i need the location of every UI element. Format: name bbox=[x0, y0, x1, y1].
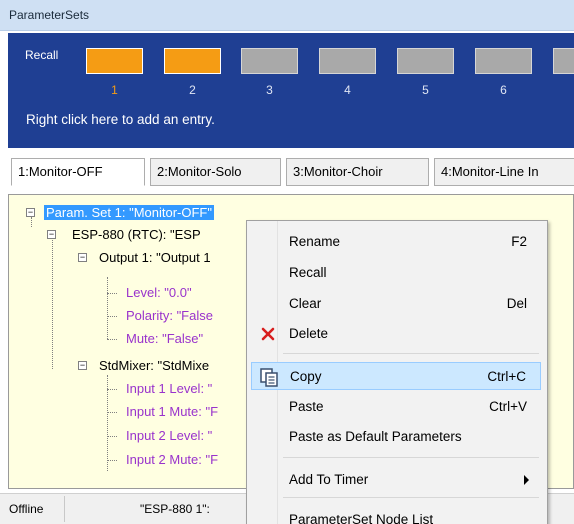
menu-item-add-to-timer[interactable]: Add To Timer bbox=[251, 466, 541, 494]
menu-item-label: Recall bbox=[289, 265, 327, 280]
menu-item-label: Copy bbox=[290, 369, 322, 384]
tree-line bbox=[107, 412, 117, 413]
tab-monitor-line-in[interactable]: 4:Monitor-Line In bbox=[434, 158, 574, 186]
submenu-arrow-icon bbox=[524, 475, 529, 485]
menu-item-shortcut: Del bbox=[506, 296, 527, 311]
recall-slot-number: 4 bbox=[344, 83, 351, 97]
tree-line bbox=[107, 389, 117, 390]
recall-slot-number: 2 bbox=[189, 83, 196, 97]
tree-line bbox=[107, 277, 108, 339]
menu-separator bbox=[283, 497, 539, 498]
recall-slot-2[interactable] bbox=[164, 48, 221, 74]
menu-item-label: ParameterSet Node List bbox=[289, 512, 434, 524]
tree-line bbox=[107, 316, 117, 317]
tree-line bbox=[52, 235, 53, 369]
recall-slot-5[interactable] bbox=[397, 48, 454, 74]
collapse-toggle-icon[interactable]: − bbox=[26, 208, 35, 217]
menu-item-copy[interactable]: Copy Ctrl+C bbox=[251, 362, 541, 390]
tree-leaf-node[interactable]: Input 1 Mute: "F bbox=[126, 404, 218, 419]
recall-label: Recall bbox=[25, 48, 59, 62]
tree-device-node[interactable]: ESP-880 (RTC): "ESP bbox=[72, 227, 201, 242]
recall-slot-6[interactable] bbox=[475, 48, 532, 74]
recall-slot-7[interactable] bbox=[553, 48, 574, 74]
tab-monitor-off[interactable]: 1:Monitor-OFF bbox=[11, 158, 145, 186]
recall-slot-1[interactable] bbox=[86, 48, 143, 74]
tree-mixer-node[interactable]: StdMixer: "StdMixe bbox=[99, 358, 209, 373]
tree-leaf-node[interactable]: Input 2 Level: " bbox=[126, 428, 212, 443]
recall-slot-3[interactable] bbox=[241, 48, 298, 74]
title-bar: ParameterSets bbox=[0, 0, 574, 31]
menu-item-label: Clear bbox=[289, 296, 322, 311]
menu-item-paste-default[interactable]: Paste as Default Parameters bbox=[251, 423, 541, 451]
menu-item-clear[interactable]: Clear Del bbox=[251, 290, 541, 318]
window-title: ParameterSets bbox=[9, 8, 90, 22]
menu-item-shortcut: F2 bbox=[511, 234, 527, 249]
tree-leaf-node[interactable]: Input 1 Level: " bbox=[126, 381, 212, 396]
parameter-set-tabs: 1:Monitor-OFF 2:Monitor-Solo 3:Monitor-C… bbox=[8, 158, 574, 186]
collapse-toggle-icon[interactable]: − bbox=[78, 253, 87, 262]
delete-x-icon bbox=[257, 323, 279, 345]
menu-separator bbox=[283, 353, 539, 354]
menu-item-rename[interactable]: Rename F2 bbox=[251, 228, 541, 256]
copy-icon bbox=[258, 366, 280, 388]
recall-slot-number: 1 bbox=[111, 83, 118, 97]
menu-item-shortcut: Ctrl+V bbox=[489, 399, 527, 414]
menu-item-label: Rename bbox=[289, 234, 341, 249]
recall-slot-number: 5 bbox=[422, 83, 429, 97]
menu-item-delete[interactable]: Delete bbox=[251, 320, 541, 348]
connection-status: Offline bbox=[9, 502, 44, 516]
menu-item-paste[interactable]: Paste Ctrl+V bbox=[251, 393, 541, 421]
menu-item-shortcut: Ctrl+C bbox=[487, 369, 526, 384]
tree-line bbox=[31, 217, 32, 227]
menu-separator bbox=[283, 457, 539, 458]
tree-line bbox=[107, 293, 117, 294]
menu-item-node-list[interactable]: ParameterSet Node List bbox=[251, 506, 541, 524]
recall-slot-4[interactable] bbox=[319, 48, 376, 74]
collapse-toggle-icon[interactable]: − bbox=[47, 230, 56, 239]
recall-panel[interactable]: Recall 1 2 3 4 5 6 Right click here to a… bbox=[8, 33, 574, 148]
tab-monitor-solo[interactable]: 2:Monitor-Solo bbox=[150, 158, 281, 186]
recall-slot-number: 6 bbox=[500, 83, 507, 97]
tree-leaf-node[interactable]: Polarity: "False bbox=[126, 308, 213, 323]
menu-item-label: Paste as Default Parameters bbox=[289, 429, 462, 444]
status-divider bbox=[64, 496, 65, 522]
parameter-sets-window: ParameterSets Recall 1 2 3 4 5 6 Right c… bbox=[0, 0, 574, 524]
tab-monitor-choir[interactable]: 3:Monitor-Choir bbox=[286, 158, 429, 186]
tree-line bbox=[107, 436, 117, 437]
menu-item-recall[interactable]: Recall bbox=[251, 259, 541, 287]
recall-hint-text: Right click here to add an entry. bbox=[26, 112, 215, 127]
menu-item-label: Paste bbox=[289, 399, 324, 414]
context-menu: Rename F2 Recall Clear Del Delete Copy C… bbox=[246, 220, 548, 524]
menu-item-label: Delete bbox=[289, 326, 329, 341]
tree-root-node[interactable]: Param. Set 1: "Monitor-OFF" bbox=[44, 205, 214, 220]
device-status: "ESP-880 1": bbox=[140, 502, 210, 516]
tree-output-node[interactable]: Output 1: "Output 1 bbox=[99, 250, 211, 265]
tree-leaf-node[interactable]: Mute: "False" bbox=[126, 331, 203, 346]
menu-item-label: Add To Timer bbox=[289, 472, 369, 487]
recall-slot-number: 3 bbox=[266, 83, 273, 97]
tree-leaf-node[interactable]: Input 2 Mute: "F bbox=[126, 452, 218, 467]
tree-line bbox=[107, 460, 117, 461]
tree-leaf-node[interactable]: Level: "0.0" bbox=[126, 285, 192, 300]
tree-line bbox=[107, 339, 117, 340]
collapse-toggle-icon[interactable]: − bbox=[78, 361, 87, 370]
